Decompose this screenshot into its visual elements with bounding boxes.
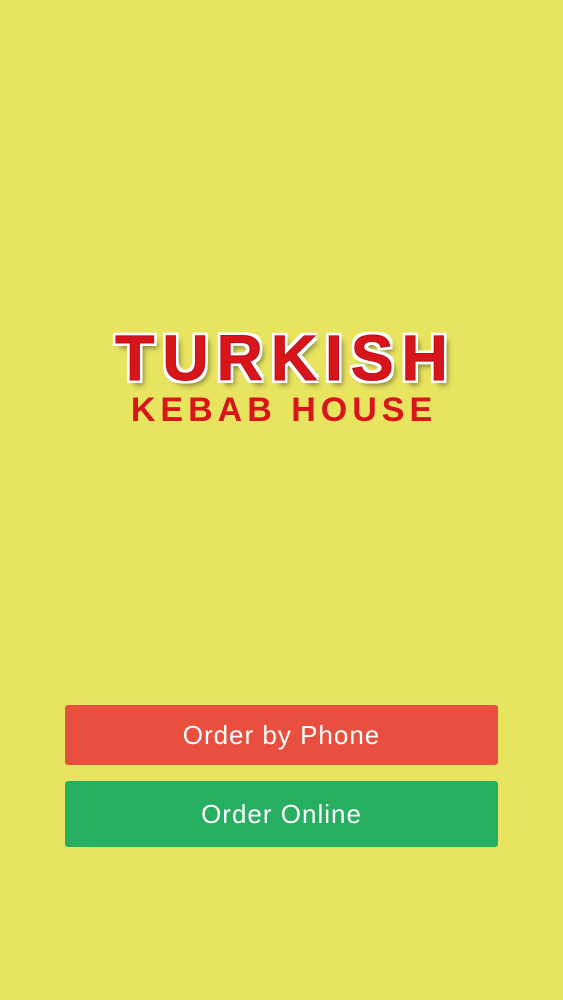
order-online-label: Order Online	[201, 798, 362, 829]
splash-screen: TURKISH KEBAB HOUSE Order by Phone Order…	[0, 0, 563, 1000]
logo-subtitle: KEBAB HOUSE	[130, 391, 438, 429]
order-by-phone-button[interactable]: Order by Phone	[65, 705, 498, 765]
order-by-phone-label: Order by Phone	[182, 719, 381, 750]
restaurant-logo: TURKISH KEBAB HOUSE	[0, 322, 563, 430]
logo-title: TURKISH	[115, 322, 456, 395]
order-online-button[interactable]: Order Online	[65, 781, 498, 847]
